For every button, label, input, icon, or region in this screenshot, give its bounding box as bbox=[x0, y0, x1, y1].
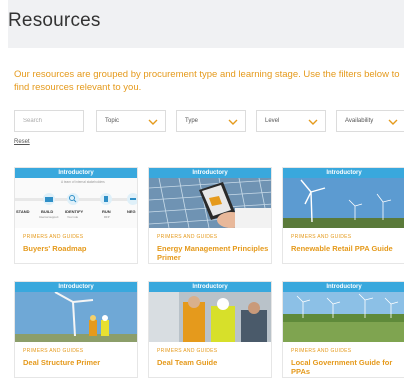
card-title[interactable]: Deal Team Guide bbox=[157, 358, 269, 367]
roadmap-diagram: A team of internal stakeholders STAND BU… bbox=[15, 180, 137, 219]
level-badge: Introductory bbox=[149, 282, 271, 292]
document-icon bbox=[100, 193, 112, 205]
card-category: PRIMERS AND GUIDES bbox=[291, 234, 352, 240]
team-icon bbox=[43, 193, 55, 205]
topic-select-label: Topic bbox=[105, 118, 120, 124]
chevron-down-icon bbox=[308, 119, 318, 125]
resource-card-local-government[interactable]: Introductory PRIMERS AND GUIDES Local Go… bbox=[282, 281, 404, 378]
reset-link[interactable]: Reset bbox=[14, 139, 30, 145]
magnifier-icon bbox=[67, 193, 79, 205]
turbine-workers-photo bbox=[15, 292, 137, 342]
roadmap-step-sub: Internal support bbox=[39, 215, 59, 219]
availability-select-label: Availability bbox=[345, 118, 374, 124]
level-badge: Introductory bbox=[149, 168, 271, 178]
card-image bbox=[283, 178, 404, 228]
card-image: A team of internal stakeholders STAND BU… bbox=[15, 178, 137, 228]
card-image bbox=[283, 292, 404, 342]
card-title[interactable]: Renewable Retail PPA Guide bbox=[291, 244, 403, 253]
card-category: PRIMERS AND GUIDES bbox=[23, 234, 84, 240]
resource-card-renewable-retail-ppa[interactable]: Introductory PRIMERS AND GUIDES Renewabl… bbox=[282, 167, 404, 264]
card-title[interactable]: Local Government Guide for PPAs bbox=[291, 358, 403, 376]
resource-card-deal-structure[interactable]: Introductory PRIMERS AND GUIDES Deal Str… bbox=[14, 281, 138, 378]
level-badge: Introductory bbox=[283, 282, 404, 292]
roadmap-step: BUILD bbox=[41, 209, 53, 214]
roadmap-step-sub: RFP bbox=[104, 215, 110, 219]
level-select-label: Level bbox=[265, 118, 280, 124]
search-input[interactable] bbox=[14, 110, 84, 132]
resource-card-buyers-roadmap[interactable]: Introductory A team of internal stakehol… bbox=[14, 167, 138, 264]
card-image bbox=[149, 292, 271, 342]
chevron-down-icon bbox=[148, 119, 158, 125]
roadmap-step: RUN bbox=[102, 209, 111, 214]
card-title[interactable]: Energy Management Principles Primer bbox=[157, 244, 269, 262]
level-badge: Introductory bbox=[15, 168, 137, 178]
level-badge: Introductory bbox=[283, 168, 404, 178]
card-image bbox=[149, 178, 271, 228]
level-badge: Introductory bbox=[15, 282, 137, 292]
topic-select[interactable]: Topic bbox=[96, 110, 166, 132]
windfarm-field-photo bbox=[283, 292, 404, 342]
team-workers-photo bbox=[149, 292, 271, 342]
availability-select[interactable]: Availability bbox=[336, 110, 404, 132]
wind-turbines-photo bbox=[283, 178, 404, 228]
roadmap-step-sub: Your role bbox=[67, 215, 79, 219]
solar-tablet-photo bbox=[149, 178, 271, 228]
card-title[interactable]: Deal Structure Primer bbox=[23, 358, 135, 367]
resource-card-energy-management[interactable]: Introductory PRIMERS AND GUIDES Energy M… bbox=[148, 167, 272, 264]
type-select[interactable]: Type bbox=[176, 110, 246, 132]
card-category: PRIMERS AND GUIDES bbox=[157, 348, 218, 354]
roadmap-step: IDENTIFY bbox=[65, 209, 84, 214]
chevron-down-icon bbox=[228, 119, 238, 125]
page-title: Resources bbox=[8, 10, 101, 31]
intro-text: Our resources are grouped by procurement… bbox=[14, 69, 400, 93]
type-select-label: Type bbox=[185, 118, 199, 124]
card-title[interactable]: Buyers' Roadmap bbox=[23, 244, 135, 253]
handshake-icon bbox=[127, 193, 137, 205]
filter-bar: Topic Type Level Availability bbox=[14, 110, 404, 134]
card-category: PRIMERS AND GUIDES bbox=[157, 234, 218, 240]
card-category: PRIMERS AND GUIDES bbox=[291, 348, 352, 354]
roadmap-step: STAND bbox=[16, 209, 30, 214]
level-select[interactable]: Level bbox=[256, 110, 326, 132]
card-image bbox=[15, 292, 137, 342]
roadmap-step: NEG bbox=[127, 209, 136, 214]
chevron-down-icon bbox=[388, 119, 398, 125]
roadmap-caption: A team of internal stakeholders bbox=[61, 180, 105, 184]
resource-card-deal-team[interactable]: Introductory PRIMERS AND GUIDES Deal Tea… bbox=[148, 281, 272, 378]
card-category: PRIMERS AND GUIDES bbox=[23, 348, 84, 354]
